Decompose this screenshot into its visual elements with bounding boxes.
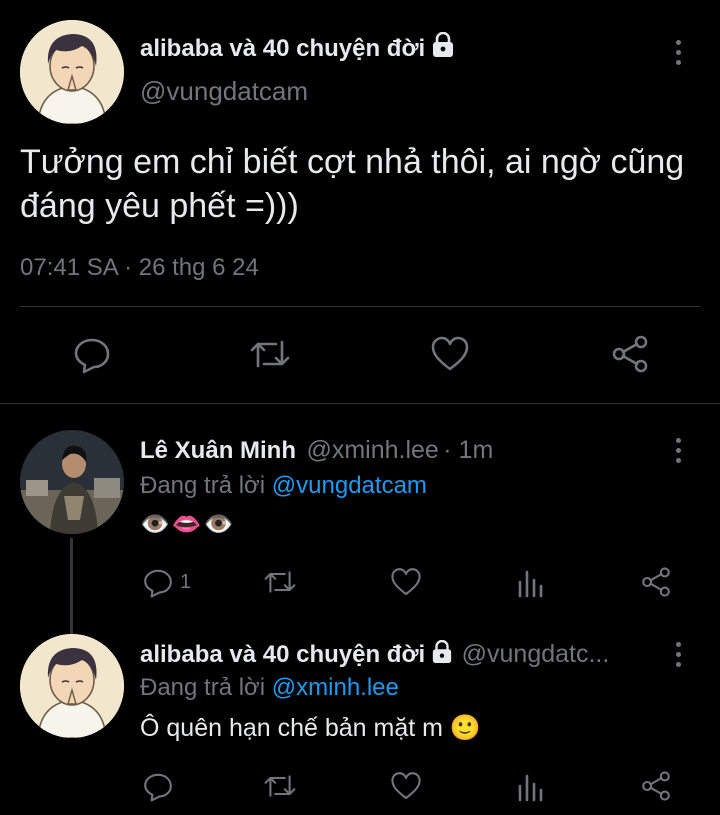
tweet-timestamp[interactable]: 07:41 SA · 26 thg 6 24: [20, 254, 259, 282]
divider: [20, 306, 700, 307]
replying-to: Đang trả lời @vungdatcam: [140, 472, 427, 500]
tweet-text-line-2: đáng yêu phết =))): [20, 187, 299, 225]
retweet-icon: [250, 340, 290, 368]
avatar[interactable]: [20, 430, 124, 534]
author-name[interactable]: alibaba và 40 chuyện đời: [140, 641, 425, 668]
section-divider: [0, 403, 720, 404]
reply-text: 👁️👄👁️: [140, 510, 236, 538]
retweet-button[interactable]: [262, 770, 298, 802]
reply-button[interactable]: [142, 770, 174, 802]
share-button[interactable]: [640, 566, 672, 598]
lock-icon: [431, 640, 453, 669]
more-options-icon[interactable]: [674, 40, 682, 70]
avatar[interactable]: [20, 20, 124, 124]
more-options-icon[interactable]: [674, 642, 682, 672]
like-icon: [431, 336, 469, 371]
like-icon: [391, 772, 421, 800]
author-handle[interactable]: @vungdatcam: [140, 76, 308, 107]
reply-icon: [144, 773, 172, 802]
replying-to-label: Đang trả lời: [140, 674, 266, 701]
avatar[interactable]: [20, 634, 124, 738]
tweet-text-line-1: Tưởng em chỉ biết cợt nhả thôi, ai ngờ c…: [20, 143, 685, 181]
author-name[interactable]: Lê Xuân Minh: [140, 437, 296, 464]
retweet-button[interactable]: [262, 566, 298, 598]
replying-to-handle[interactable]: @xminh.lee: [272, 674, 399, 701]
reply-header: alibaba và 40 chuyện đời @vungdatc...: [140, 640, 670, 669]
replying-to-label: Đang trả lời: [140, 472, 266, 499]
tweet-text: Tưởng em chỉ biết cợt nhả thôi, ai ngờ c…: [20, 140, 710, 228]
more-options-icon[interactable]: [674, 438, 682, 468]
author-name[interactable]: alibaba và 40 chuyện đời: [140, 31, 455, 65]
reply-icon: [74, 338, 110, 374]
avatar-photo: [20, 430, 124, 534]
reply-icon: [144, 569, 172, 598]
author-handle[interactable]: @xminh.lee: [306, 436, 438, 464]
share-icon: [642, 771, 670, 801]
view-analytics-button[interactable]: [516, 566, 546, 598]
replying-to-handle[interactable]: @vungdatcam: [272, 472, 427, 499]
reply-button[interactable]: 1: [142, 566, 191, 598]
like-button[interactable]: [430, 334, 470, 374]
retweet-icon: [264, 775, 296, 797]
thread-connector: [70, 538, 73, 634]
avatar-illustration: [20, 20, 124, 124]
reply-text: Ô quên hạn chế bản mặt m 🙂: [140, 714, 482, 742]
reply-button[interactable]: [72, 334, 112, 374]
share-button[interactable]: [640, 770, 672, 802]
reply-header: Lê Xuân Minh @xminh.lee · 1m: [140, 436, 493, 465]
like-button[interactable]: [390, 770, 422, 802]
reply-time[interactable]: · 1m: [443, 436, 493, 464]
share-icon: [612, 335, 648, 373]
analytics-icon: [518, 570, 543, 598]
like-button[interactable]: [390, 566, 422, 598]
like-icon: [391, 568, 421, 596]
share-button[interactable]: [610, 334, 650, 374]
author-name-text: alibaba và 40 chuyện đời: [140, 35, 426, 62]
analytics-icon: [518, 774, 543, 802]
share-icon: [642, 567, 670, 597]
author-handle[interactable]: @vungdatc...: [462, 640, 610, 668]
replying-to: Đang trả lời @xminh.lee: [140, 674, 399, 702]
reply-count: 1: [180, 570, 192, 593]
lock-icon: [431, 31, 455, 65]
view-analytics-button[interactable]: [516, 770, 546, 802]
avatar-illustration: [20, 634, 124, 738]
retweet-button[interactable]: [248, 334, 292, 374]
retweet-icon: [264, 571, 296, 593]
